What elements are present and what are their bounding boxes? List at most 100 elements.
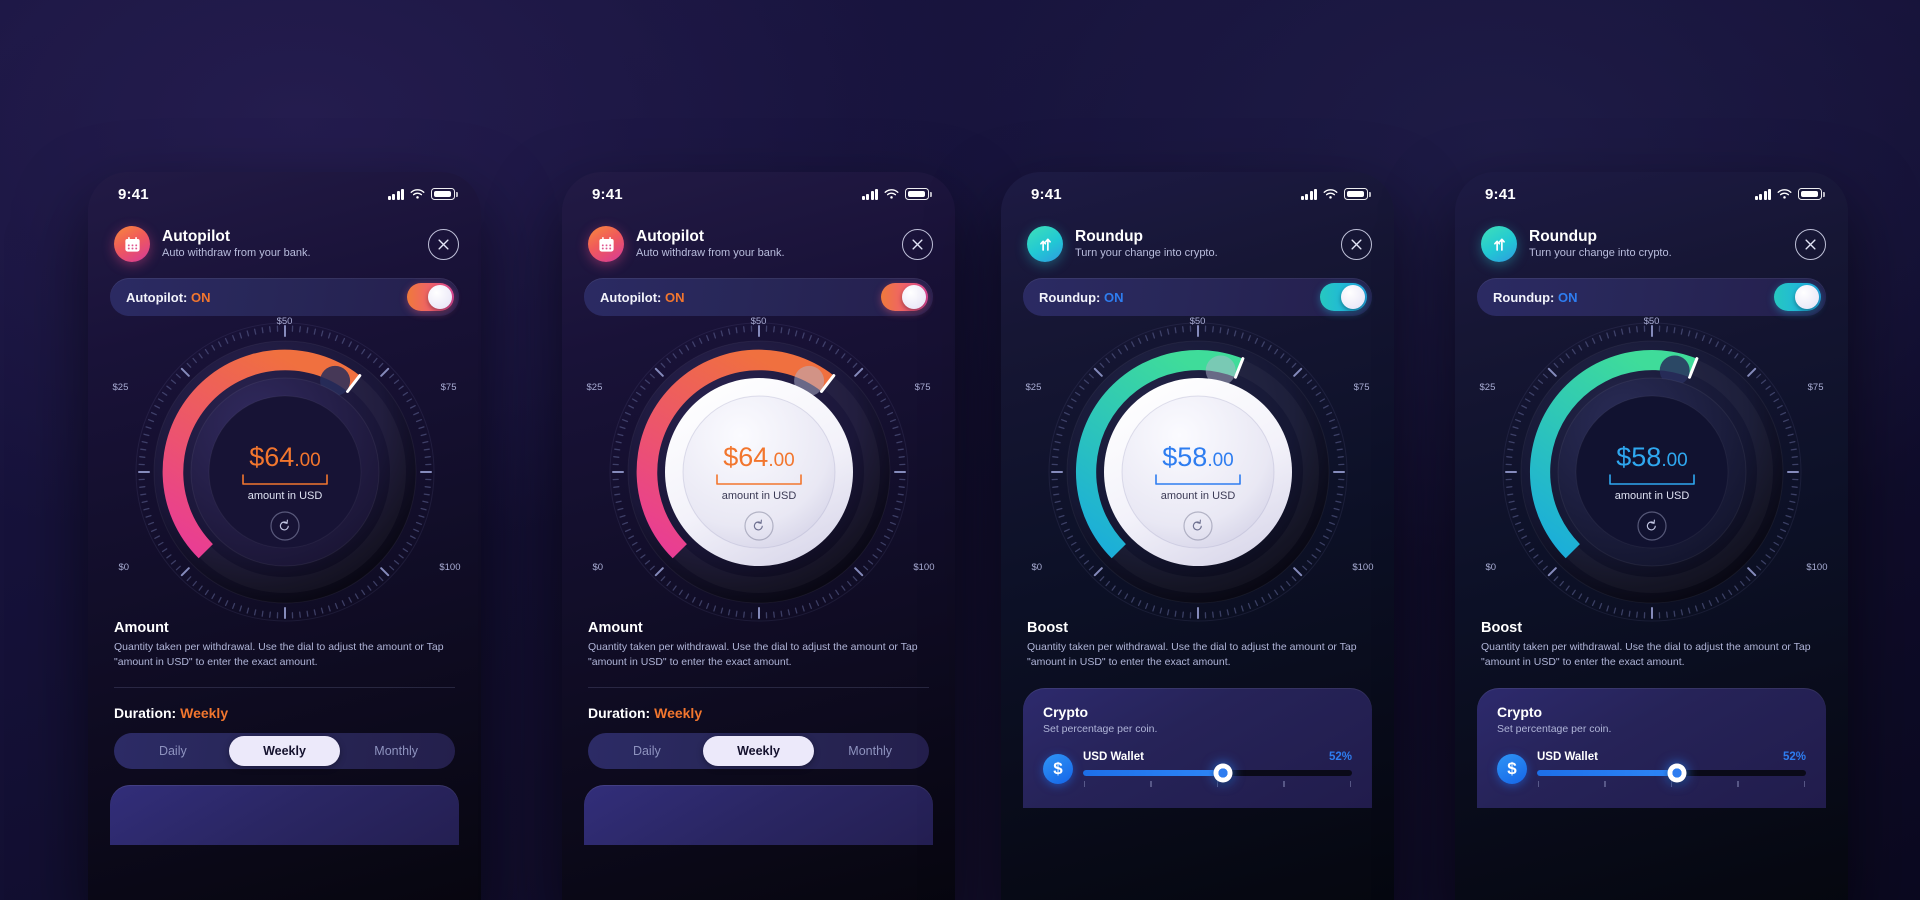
dial-tick-label: $0	[118, 562, 130, 573]
header-text: Autopilot Auto withdraw from your bank.	[162, 228, 428, 261]
feature-toggle-label: Autopilot: ON	[600, 290, 685, 305]
duration-label: Duration:	[588, 705, 651, 722]
status-bar: 9:41	[562, 172, 955, 216]
dial-tick-label: $75	[1807, 382, 1824, 393]
reset-icon[interactable]	[751, 518, 767, 534]
crypto-card: Crypto Set percentage per coin. $ USD Walle…	[1023, 688, 1372, 809]
screenshot-canvas: 9:41 Autopilot Auto withdraw from your ban…	[0, 0, 1920, 900]
close-button[interactable]	[902, 228, 933, 260]
toggle-knob	[1341, 285, 1365, 309]
description-section: Amount Quantity taken per withdrawal. Use…	[88, 620, 481, 670]
coin-percent-slider[interactable]	[1537, 763, 1806, 783]
feature-toggle-switch[interactable]	[1320, 283, 1367, 311]
amount-dial[interactable]: $58.00 amount in USD $0 $25 $50 $75 $100	[1480, 316, 1828, 622]
feature-toggle-label: Roundup: ON	[1493, 290, 1578, 305]
screen-title: Roundup	[1075, 227, 1144, 245]
status-bar: 9:41	[1001, 172, 1394, 216]
duration-option-weekly[interactable]: Weekly	[228, 736, 341, 767]
phone-screen-roundup-dark: 9:41 Roundup Turn your change into crypto.…	[1455, 172, 1848, 900]
feature-toggle-row[interactable]: Roundup: ON	[1477, 278, 1826, 316]
slider-fill	[1537, 770, 1677, 777]
reset-icon[interactable]	[277, 518, 293, 534]
svg-text:amount in USD: amount in USD	[247, 490, 322, 502]
dial-area: $64.00 amount in USD $0 $25 $50 $75 $100	[88, 316, 481, 622]
duration-option-monthly[interactable]: Monthly	[814, 736, 926, 766]
slider-thumb[interactable]	[1213, 763, 1233, 783]
bottom-card-partial[interactable]	[110, 785, 459, 846]
close-button[interactable]	[1795, 228, 1826, 260]
signal-bars-icon	[387, 188, 404, 200]
feature-toggle-name: Autopilot:	[600, 289, 662, 305]
usd-coin-icon: $	[1043, 754, 1073, 785]
amount-dial-graphic[interactable]: $58.00amount in USD	[1048, 322, 1348, 622]
screen-subtitle: Auto withdraw from your bank.	[162, 247, 311, 260]
crypto-title: Crypto	[1043, 704, 1089, 721]
signal-bars-icon	[861, 188, 878, 200]
wifi-icon	[1323, 189, 1338, 199]
section-divider	[114, 687, 455, 689]
status-bar-icons	[1754, 188, 1825, 200]
close-button[interactable]	[1341, 228, 1372, 260]
coin-percent: 52%	[1328, 751, 1352, 764]
feature-toggle-name: Autopilot:	[126, 289, 188, 305]
wifi-icon	[1777, 189, 1792, 199]
feature-toggle-name: Roundup:	[1493, 289, 1555, 305]
duration-option-monthly[interactable]: Monthly	[340, 736, 452, 766]
section-title: Amount	[114, 620, 169, 636]
reset-icon[interactable]	[1644, 518, 1660, 534]
amount-dial[interactable]: $58.00 amount in USD $0 $25 $50 $75 $100	[1026, 316, 1374, 622]
description-section: Boost Quantity taken per withdrawal. Use …	[1455, 620, 1848, 670]
slider-thumb[interactable]	[1667, 763, 1687, 783]
duration-segmented-control[interactable]: Daily Weekly Monthly	[588, 733, 929, 770]
amount-dial-graphic[interactable]: $64.00amount in USD	[609, 322, 909, 622]
battery-icon	[1344, 188, 1371, 200]
amount-dial[interactable]: $64.00 amount in USD $0 $25 $50 $75 $100	[113, 316, 461, 622]
duration-option-daily[interactable]: Daily	[591, 736, 703, 766]
status-bar: 9:41	[88, 172, 481, 216]
toggle-knob	[428, 285, 452, 309]
dial-tick-label: $50	[750, 316, 767, 327]
status-bar-icons	[861, 188, 932, 200]
coin-body: USD Wallet 52%	[1537, 751, 1806, 788]
screen-title: Autopilot	[162, 227, 231, 245]
duration-option-daily[interactable]: Daily	[117, 736, 229, 766]
feature-toggle-name: Roundup:	[1039, 289, 1101, 305]
dial-tick-label: $50	[1643, 316, 1660, 327]
wifi-icon	[884, 189, 899, 199]
duration-segmented-control[interactable]: Daily Weekly Monthly	[114, 733, 455, 770]
feature-toggle-state: ON	[1558, 289, 1578, 305]
signal-bars-icon	[1300, 188, 1317, 200]
duration-line: Duration: Weekly	[88, 705, 481, 721]
svg-text:amount in USD: amount in USD	[721, 490, 796, 502]
dial-tick-label: $25	[586, 382, 603, 393]
amount-dial-graphic[interactable]: $58.00amount in USD	[1502, 322, 1802, 622]
coin-percent-slider[interactable]	[1083, 763, 1352, 783]
feature-toggle-switch[interactable]	[407, 283, 454, 311]
dial-tick-label: $50	[1189, 316, 1206, 327]
reset-icon[interactable]	[1190, 518, 1206, 534]
close-button[interactable]	[428, 228, 459, 260]
coin-percent: 52%	[1782, 751, 1806, 764]
duration-option-weekly[interactable]: Weekly	[702, 736, 815, 767]
wifi-icon	[410, 189, 425, 199]
bottom-card-partial[interactable]	[584, 785, 933, 846]
section-description: Quantity taken per withdrawal. Use the d…	[1027, 641, 1357, 669]
feature-toggle-row[interactable]: Autopilot: ON	[584, 278, 933, 316]
crypto-subtitle: Set percentage per coin.	[1497, 723, 1612, 736]
description-section: Amount Quantity taken per withdrawal. Use…	[562, 620, 955, 670]
header-text: Roundup Turn your change into crypto.	[1075, 228, 1341, 261]
feature-toggle-state: ON	[665, 289, 685, 305]
feature-toggle-switch[interactable]	[881, 283, 928, 311]
status-bar-time: 9:41	[118, 185, 149, 203]
amount-dial[interactable]: $64.00 amount in USD $0 $25 $50 $75 $100	[587, 316, 935, 622]
amount-dial-graphic[interactable]: $64.00amount in USD	[135, 322, 435, 622]
screen-subtitle: Auto withdraw from your bank.	[636, 247, 785, 260]
feature-toggle-row[interactable]: Autopilot: ON	[110, 278, 459, 316]
coin-header: USD Wallet 52%	[1537, 751, 1806, 763]
feature-toggle-state: ON	[1104, 289, 1124, 305]
coin-name: USD Wallet	[1537, 751, 1598, 764]
svg-text:amount in USD: amount in USD	[1160, 490, 1235, 502]
signal-bars-icon	[1754, 188, 1771, 200]
feature-toggle-switch[interactable]	[1774, 283, 1821, 311]
feature-toggle-row[interactable]: Roundup: ON	[1023, 278, 1372, 316]
